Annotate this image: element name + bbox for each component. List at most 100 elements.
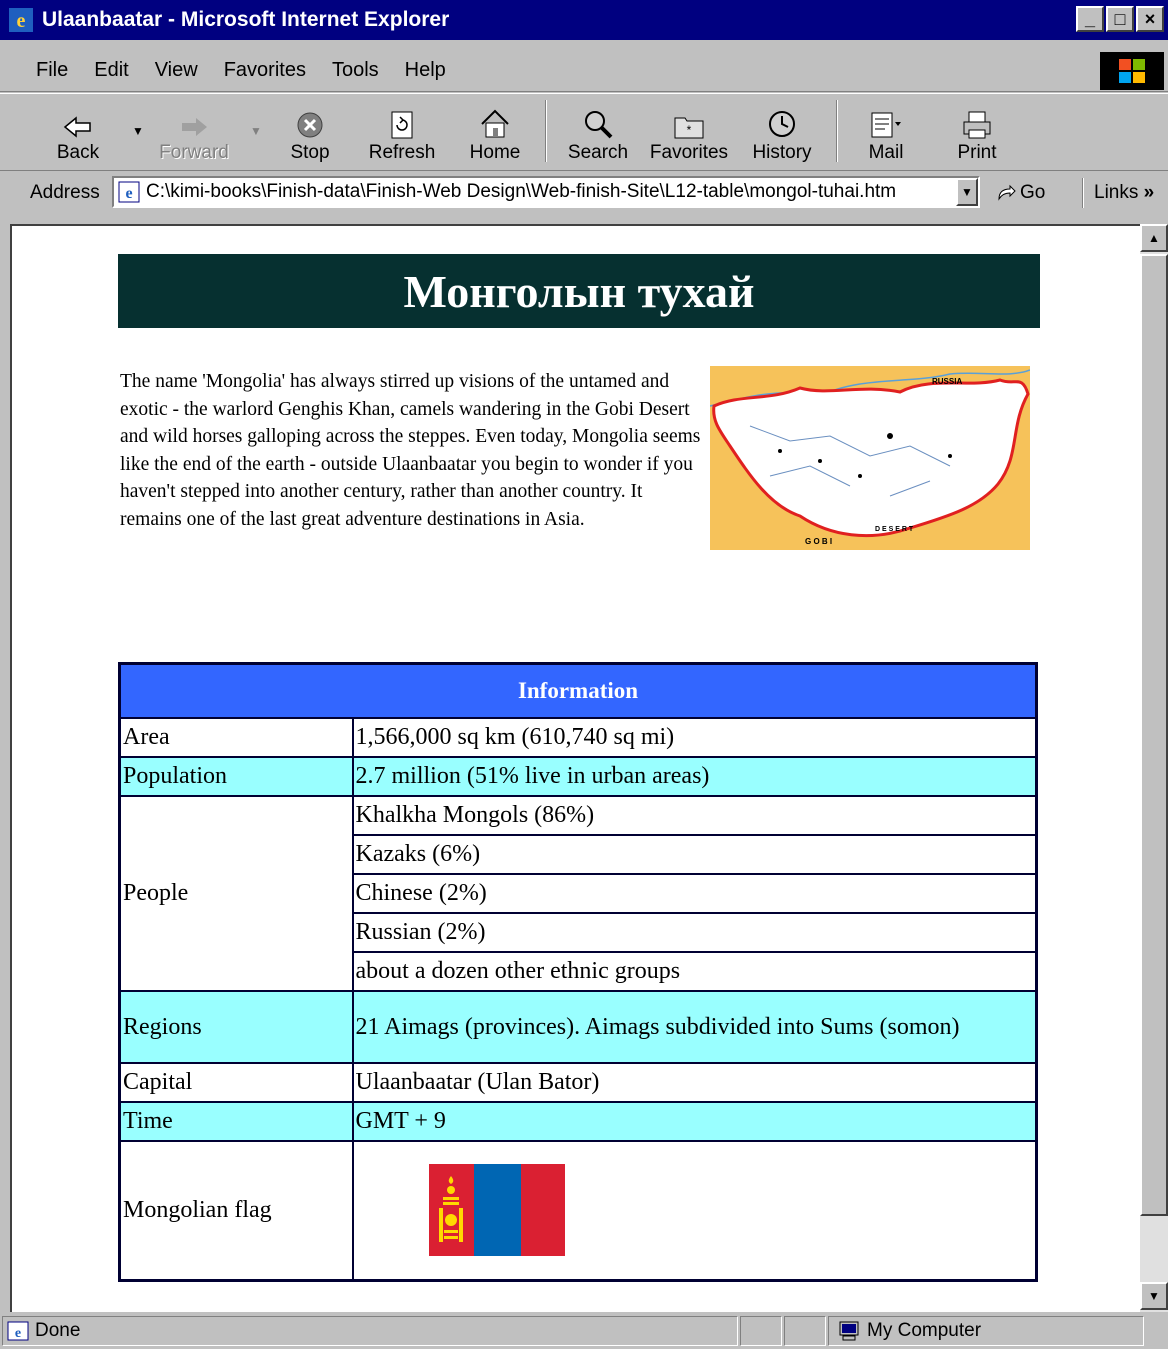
map-label-desert: D E S E R T bbox=[875, 526, 914, 533]
menu-file[interactable]: File bbox=[36, 59, 68, 82]
people-label: People bbox=[118, 794, 354, 992]
home-button[interactable]: Home bbox=[455, 98, 535, 170]
stop-button[interactable]: Stop bbox=[270, 98, 350, 170]
svg-text:*: * bbox=[687, 123, 692, 137]
svg-text:e: e bbox=[125, 185, 132, 202]
people-value: about a dozen other ethnic groups bbox=[351, 950, 1038, 992]
print-button[interactable]: Print bbox=[937, 98, 1017, 170]
mongolian-flag-image bbox=[428, 1164, 565, 1257]
table-header: Information bbox=[118, 662, 1038, 719]
svg-text:e: e bbox=[15, 1326, 21, 1341]
arrow-down-icon: ▼ bbox=[1148, 1289, 1160, 1303]
close-icon: × bbox=[1144, 9, 1156, 29]
printer-icon bbox=[963, 111, 991, 139]
chevron-down-icon: ▼ bbox=[961, 185, 973, 199]
status-text: Done bbox=[35, 1320, 81, 1341]
security-zone-panel: My Computer bbox=[828, 1316, 1144, 1346]
capital-label: Capital bbox=[118, 1061, 354, 1103]
go-button[interactable]: Go bbox=[996, 182, 1045, 204]
time-value: GMT + 9 bbox=[351, 1100, 1038, 1142]
mail-button[interactable]: Mail bbox=[846, 98, 926, 170]
maximize-button[interactable]: □ bbox=[1106, 6, 1134, 32]
history-button[interactable]: History bbox=[742, 98, 822, 170]
home-label: Home bbox=[469, 142, 521, 163]
menu-help[interactable]: Help bbox=[405, 59, 446, 82]
people-value: Kazaks (6%) bbox=[351, 833, 1038, 875]
regions-value: 21 Aimags (provinces). Aimags subdivided… bbox=[351, 989, 1038, 1064]
standard-toolbar: Back Forward Stop Refresh Home Search * … bbox=[0, 93, 1168, 171]
scroll-thumb[interactable] bbox=[1140, 254, 1168, 1216]
stop-icon bbox=[297, 112, 323, 138]
menu-view[interactable]: View bbox=[155, 59, 198, 82]
status-text-panel: e Done bbox=[2, 1316, 738, 1346]
svg-text:e: e bbox=[17, 10, 26, 32]
vertical-scrollbar[interactable]: ▲ ▼ bbox=[1140, 224, 1168, 1312]
toolbar-separator bbox=[545, 100, 547, 162]
back-dropdown-icon[interactable]: ▼ bbox=[132, 124, 144, 138]
title-bar: e Ulaanbaatar - Microsoft Internet Explo… bbox=[0, 0, 1168, 40]
menu-tools[interactable]: Tools bbox=[332, 59, 379, 82]
time-label: Time bbox=[118, 1100, 354, 1142]
favorites-folder-icon: * bbox=[674, 117, 704, 139]
table-row: Regions 21 Aimags (provinces). Aimags su… bbox=[118, 989, 1038, 1064]
search-button[interactable]: Search bbox=[558, 98, 638, 170]
address-url: C:\kimi-books\Finish-data\Finish-Web Des… bbox=[146, 181, 897, 202]
table-row: Mongolian flag bbox=[118, 1139, 1038, 1282]
mail-icon bbox=[871, 112, 901, 138]
regions-label: Regions bbox=[118, 989, 354, 1064]
go-label: Go bbox=[1020, 182, 1046, 203]
status-bar: e Done My Computer bbox=[0, 1314, 1168, 1349]
scroll-up-button[interactable]: ▲ bbox=[1140, 224, 1168, 252]
table-header-row: Information bbox=[118, 662, 1038, 719]
links-button[interactable]: Links » bbox=[1094, 182, 1154, 204]
page-heading: Монголын тухай bbox=[118, 254, 1040, 328]
links-label: Links bbox=[1094, 182, 1139, 203]
search-icon bbox=[585, 111, 613, 139]
page-done-icon: e bbox=[7, 1321, 29, 1341]
forward-label: Forward bbox=[159, 142, 229, 163]
map-label-russia: RUSSIA bbox=[932, 377, 962, 386]
window-controls: _ □ × bbox=[1076, 6, 1164, 32]
history-icon bbox=[769, 111, 795, 137]
refresh-label: Refresh bbox=[368, 142, 436, 163]
favorites-label: Favorites bbox=[649, 142, 729, 163]
refresh-button[interactable]: Refresh bbox=[362, 98, 442, 170]
ie-app-icon[interactable]: e bbox=[8, 7, 34, 33]
flag-label: Mongolian flag bbox=[118, 1139, 354, 1282]
go-arrow-icon bbox=[998, 184, 1016, 201]
mail-label: Mail bbox=[868, 142, 904, 163]
menu-bar: File Edit View Favorites Tools Help bbox=[0, 50, 1168, 92]
history-label: History bbox=[752, 142, 812, 163]
status-panel bbox=[740, 1316, 782, 1346]
capital-value: Ulaanbaatar (Ulan Bator) bbox=[351, 1061, 1038, 1103]
address-input[interactable]: e C:\kimi-books\Finish-data\Finish-Web D… bbox=[112, 176, 980, 208]
table-row: Time GMT + 9 bbox=[118, 1100, 1038, 1142]
forward-dropdown-icon[interactable]: ▼ bbox=[250, 124, 262, 138]
forward-button[interactable]: Forward bbox=[154, 98, 234, 170]
mongolia-map-image: RUSSIA G O B I D E S E R T bbox=[710, 366, 1030, 550]
address-dropdown-button[interactable]: ▼ bbox=[956, 178, 978, 206]
computer-icon bbox=[839, 1321, 859, 1341]
forward-arrow-icon bbox=[182, 118, 207, 136]
refresh-icon bbox=[391, 111, 413, 139]
arrow-up-icon: ▲ bbox=[1148, 231, 1160, 245]
close-button[interactable]: × bbox=[1136, 6, 1164, 32]
people-value: Russian (2%) bbox=[351, 911, 1038, 953]
area-value: 1,566,000 sq km (610,740 sq mi) bbox=[351, 716, 1038, 758]
print-label: Print bbox=[957, 142, 997, 163]
page-icon: e bbox=[118, 181, 140, 203]
maximize-icon: □ bbox=[1114, 9, 1126, 29]
minimize-button[interactable]: _ bbox=[1076, 6, 1104, 32]
table-row: Area 1,566,000 sq km (610,740 sq mi) bbox=[118, 716, 1038, 758]
back-label: Back bbox=[56, 142, 100, 163]
back-button[interactable]: Back bbox=[38, 98, 118, 170]
table-row: Capital Ulaanbaatar (Ulan Bator) bbox=[118, 1061, 1038, 1103]
menu-edit[interactable]: Edit bbox=[94, 59, 128, 82]
favorites-button[interactable]: * Favorites bbox=[649, 98, 729, 170]
table-row: People Khalkha Mongols (86%) bbox=[118, 794, 1038, 992]
menu-favorites[interactable]: Favorites bbox=[224, 59, 306, 82]
toolbar-separator bbox=[836, 100, 838, 162]
population-value: 2.7 million (51% live in urban areas) bbox=[351, 755, 1038, 797]
scroll-down-button[interactable]: ▼ bbox=[1140, 1282, 1168, 1310]
address-bar: Address e C:\kimi-books\Finish-data\Fini… bbox=[0, 172, 1168, 214]
